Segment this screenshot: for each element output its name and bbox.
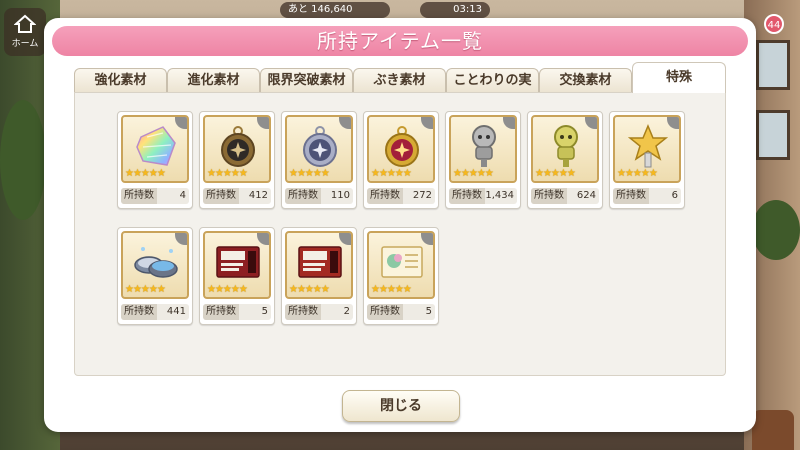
count-label: 所持数 <box>613 188 649 204</box>
right-plant <box>752 200 800 260</box>
clock-readout: 03:13 <box>420 2 490 18</box>
count-label: 所持数 <box>203 188 239 204</box>
item-count-bar: 所持数 6 <box>613 188 681 204</box>
item-count: 4 <box>179 190 186 201</box>
item-frame: ★★★★★ <box>367 231 435 299</box>
item-count-bar: 所持数 624 <box>531 188 599 204</box>
tab-limit-break-materials[interactable]: 限界突破素材 <box>260 68 353 92</box>
bronze-pocket-watch-icon <box>221 126 255 167</box>
count-label: 所持数 <box>121 304 157 320</box>
notification-badge[interactable]: 44 <box>764 14 784 34</box>
item-frame: ★★★★★ <box>285 231 353 299</box>
gold-idol-key-icon <box>554 125 578 167</box>
tab-fruit-of-reason[interactable]: ことわりの実 <box>446 68 539 92</box>
item-count: 272 <box>412 190 432 201</box>
item-grid-panel: ★★★★★ 所持数 4 ★★★★★ 所持数 412 ★★★★★ 所持数 110 … <box>74 92 726 376</box>
item-count-bar: 所持数 272 <box>367 188 435 204</box>
count-label: 所持数 <box>531 188 567 204</box>
tab-evolution-materials[interactable]: 進化素材 <box>167 68 260 92</box>
red-ticket-icon <box>216 246 260 278</box>
item-count-bar: 所持数 4 <box>121 188 189 204</box>
tab-exchange-materials[interactable]: 交換素材 <box>539 68 632 92</box>
item-frame: ★★★★★ <box>121 115 189 183</box>
item-count: 6 <box>671 190 678 201</box>
item-count-bar: 所持数 5 <box>367 304 435 320</box>
rainbow-crystal-icon <box>136 126 176 166</box>
item-count: 412 <box>248 190 268 201</box>
item-card[interactable]: ★★★★★ 所持数 2 <box>281 227 357 325</box>
barrel <box>752 410 794 450</box>
stamina-readout: あと 146,640 <box>280 2 390 18</box>
silver-idol-key-icon <box>472 125 496 167</box>
item-count: 5 <box>261 306 268 317</box>
rarity-stars: ★★★★★ <box>125 168 166 179</box>
item-card[interactable]: ★★★★★ 所持数 412 <box>199 111 275 209</box>
count-label: 所持数 <box>367 304 403 320</box>
count-label: 所持数 <box>285 188 321 204</box>
item-card[interactable]: ★★★★★ 所持数 441 <box>117 227 193 325</box>
rarity-stars: ★★★★★ <box>371 168 412 179</box>
item-card[interactable]: ★★★★★ 所持数 110 <box>281 111 357 209</box>
item-frame: ★★★★★ <box>121 231 189 299</box>
rarity-stars: ★★★★★ <box>125 284 166 295</box>
tab-weapon-materials[interactable]: ぶき素材 <box>353 68 446 92</box>
right-window <box>756 40 790 90</box>
item-count: 110 <box>330 190 350 201</box>
blue-powder-tin-icon <box>134 247 178 278</box>
item-count: 624 <box>576 190 596 201</box>
item-card[interactable]: ★★★★★ 所持数 5 <box>199 227 275 325</box>
close-button[interactable]: 閉じる <box>342 390 460 422</box>
item-count-bar: 所持数 1,434 <box>449 188 517 204</box>
golden-star-key-icon <box>627 124 669 168</box>
item-count-bar: 所持数 110 <box>285 188 353 204</box>
item-card[interactable]: ★★★★★ 所持数 6 <box>609 111 685 209</box>
item-count: 5 <box>425 306 432 317</box>
tab-enhance-materials[interactable]: 強化素材 <box>74 68 167 92</box>
count-label: 所持数 <box>285 304 321 320</box>
right-window <box>756 110 790 160</box>
item-frame: ★★★★★ <box>613 115 681 183</box>
item-count: 1,434 <box>485 190 514 201</box>
count-label: 所持数 <box>367 188 403 204</box>
item-count: 2 <box>343 306 350 317</box>
item-frame: ★★★★★ <box>285 115 353 183</box>
home-label: ホーム <box>11 39 39 49</box>
item-card[interactable]: ★★★★★ 所持数 4 <box>117 111 193 209</box>
rarity-stars: ★★★★★ <box>453 168 494 179</box>
rarity-stars: ★★★★★ <box>289 168 330 179</box>
house-icon <box>14 14 36 33</box>
item-frame: ★★★★★ <box>531 115 599 183</box>
item-count-bar: 所持数 2 <box>285 304 353 320</box>
rarity-stars: ★★★★★ <box>207 168 248 179</box>
letter-card-icon <box>381 246 423 278</box>
item-frame: ★★★★★ <box>367 115 435 183</box>
silver-pocket-watch-icon <box>303 126 337 167</box>
item-list-dialog: 所持アイテム一覧 強化素材 進化素材 限界突破素材 ぶき素材 ことわりの実 交換… <box>44 18 756 432</box>
item-frame: ★★★★★ <box>203 231 271 299</box>
item-card[interactable]: ★★★★★ 所持数 5 <box>363 227 439 325</box>
tab-special[interactable]: 特殊 <box>632 62 726 93</box>
count-label: 所持数 <box>203 304 239 320</box>
count-label: 所持数 <box>121 188 157 204</box>
home-button[interactable]: ホーム <box>4 8 46 56</box>
item-card[interactable]: ★★★★★ 所持数 624 <box>527 111 603 209</box>
rarity-stars: ★★★★★ <box>535 168 576 179</box>
rarity-stars: ★★★★★ <box>207 284 248 295</box>
dialog-title: 所持アイテム一覧 <box>52 26 748 56</box>
rarity-stars: ★★★★★ <box>289 284 330 295</box>
left-tree <box>0 100 46 220</box>
item-card[interactable]: ★★★★★ 所持数 1,434 <box>445 111 521 209</box>
item-frame: ★★★★★ <box>203 115 271 183</box>
rarity-stars: ★★★★★ <box>371 284 412 295</box>
count-label: 所持数 <box>449 188 485 204</box>
item-count-bar: 所持数 412 <box>203 188 271 204</box>
item-frame: ★★★★★ <box>449 115 517 183</box>
item-count: 441 <box>166 306 186 317</box>
item-card[interactable]: ★★★★★ 所持数 272 <box>363 111 439 209</box>
rarity-stars: ★★★★★ <box>617 168 658 179</box>
red-pocket-watch-icon <box>385 126 419 167</box>
red-ticket-icon <box>298 246 342 278</box>
item-count-bar: 所持数 5 <box>203 304 271 320</box>
item-count-bar: 所持数 441 <box>121 304 189 320</box>
